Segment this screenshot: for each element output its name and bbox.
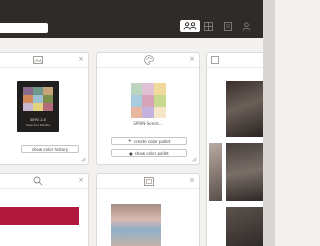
photo-card: × <box>96 173 200 246</box>
search-card: × <box>0 173 89 246</box>
search-input[interactable] <box>0 32 46 42</box>
palette-name: SPRIN-Seeds... <box>133 121 163 126</box>
search-bar[interactable] <box>0 23 48 42</box>
palette-card: × SPRIN-Seeds... + create color pallet ●… <box>96 52 200 165</box>
people-icon <box>183 22 197 30</box>
plus-icon: + <box>127 138 132 144</box>
runway-photo[interactable] <box>226 207 263 246</box>
user-icon <box>242 22 250 31</box>
document-button[interactable] <box>222 20 234 32</box>
grid-button[interactable] <box>202 20 214 32</box>
crimson-swatch-block[interactable] <box>0 207 79 225</box>
card-header: × <box>97 53 199 68</box>
show-color-pallet-label: show color pallet <box>134 150 169 156</box>
color-swatch-grid <box>23 87 53 111</box>
scroll-edge <box>263 0 275 246</box>
photo-icon <box>144 177 154 186</box>
selected-swatch-board[interactable]: SEYO 2.0 Selected Palette <box>17 81 59 132</box>
app-header <box>0 0 263 42</box>
close-icon[interactable]: × <box>78 176 84 185</box>
show-color-history-label: show color history <box>31 146 69 152</box>
runway-card <box>206 52 263 246</box>
runway-photo[interactable] <box>209 143 222 201</box>
palette-swatches <box>131 83 166 118</box>
runway-photo[interactable] <box>226 81 263 137</box>
card-header: × <box>0 174 88 189</box>
people-button[interactable] <box>180 20 200 32</box>
eye-icon: ● <box>129 150 133 156</box>
image-icon <box>211 56 219 64</box>
close-icon[interactable]: × <box>189 55 195 64</box>
grid-icon <box>203 21 213 31</box>
swatch-title: SEYO 2.0 <box>30 118 46 122</box>
search-icon <box>33 176 43 186</box>
history-card: × SEYO 2.0 Selected Palette show color h… <box>0 52 89 165</box>
resize-handle-icon[interactable] <box>192 157 197 162</box>
card-header: × <box>97 174 199 189</box>
show-color-pallet-button[interactable]: ● show color pallet <box>111 149 187 157</box>
create-color-pallet-label: create color pallet <box>133 138 171 144</box>
card-header <box>207 53 263 68</box>
card-header: × <box>0 53 88 68</box>
resize-handle-icon[interactable] <box>81 157 86 162</box>
show-color-history-button[interactable]: show color history <box>21 145 79 153</box>
user-button[interactable] <box>240 20 252 32</box>
document-icon <box>224 21 232 31</box>
close-icon[interactable]: × <box>78 55 84 64</box>
create-color-pallet-button[interactable]: + create color pallet <box>111 137 187 145</box>
swatch-subtitle: Selected Palette <box>25 123 51 127</box>
runway-photo[interactable] <box>226 143 263 201</box>
image-icon <box>33 56 43 64</box>
palette-thumbnail[interactable] <box>131 83 166 118</box>
fashion-photo[interactable] <box>111 204 161 246</box>
close-icon[interactable]: × <box>189 176 195 185</box>
palette-icon <box>144 55 154 65</box>
